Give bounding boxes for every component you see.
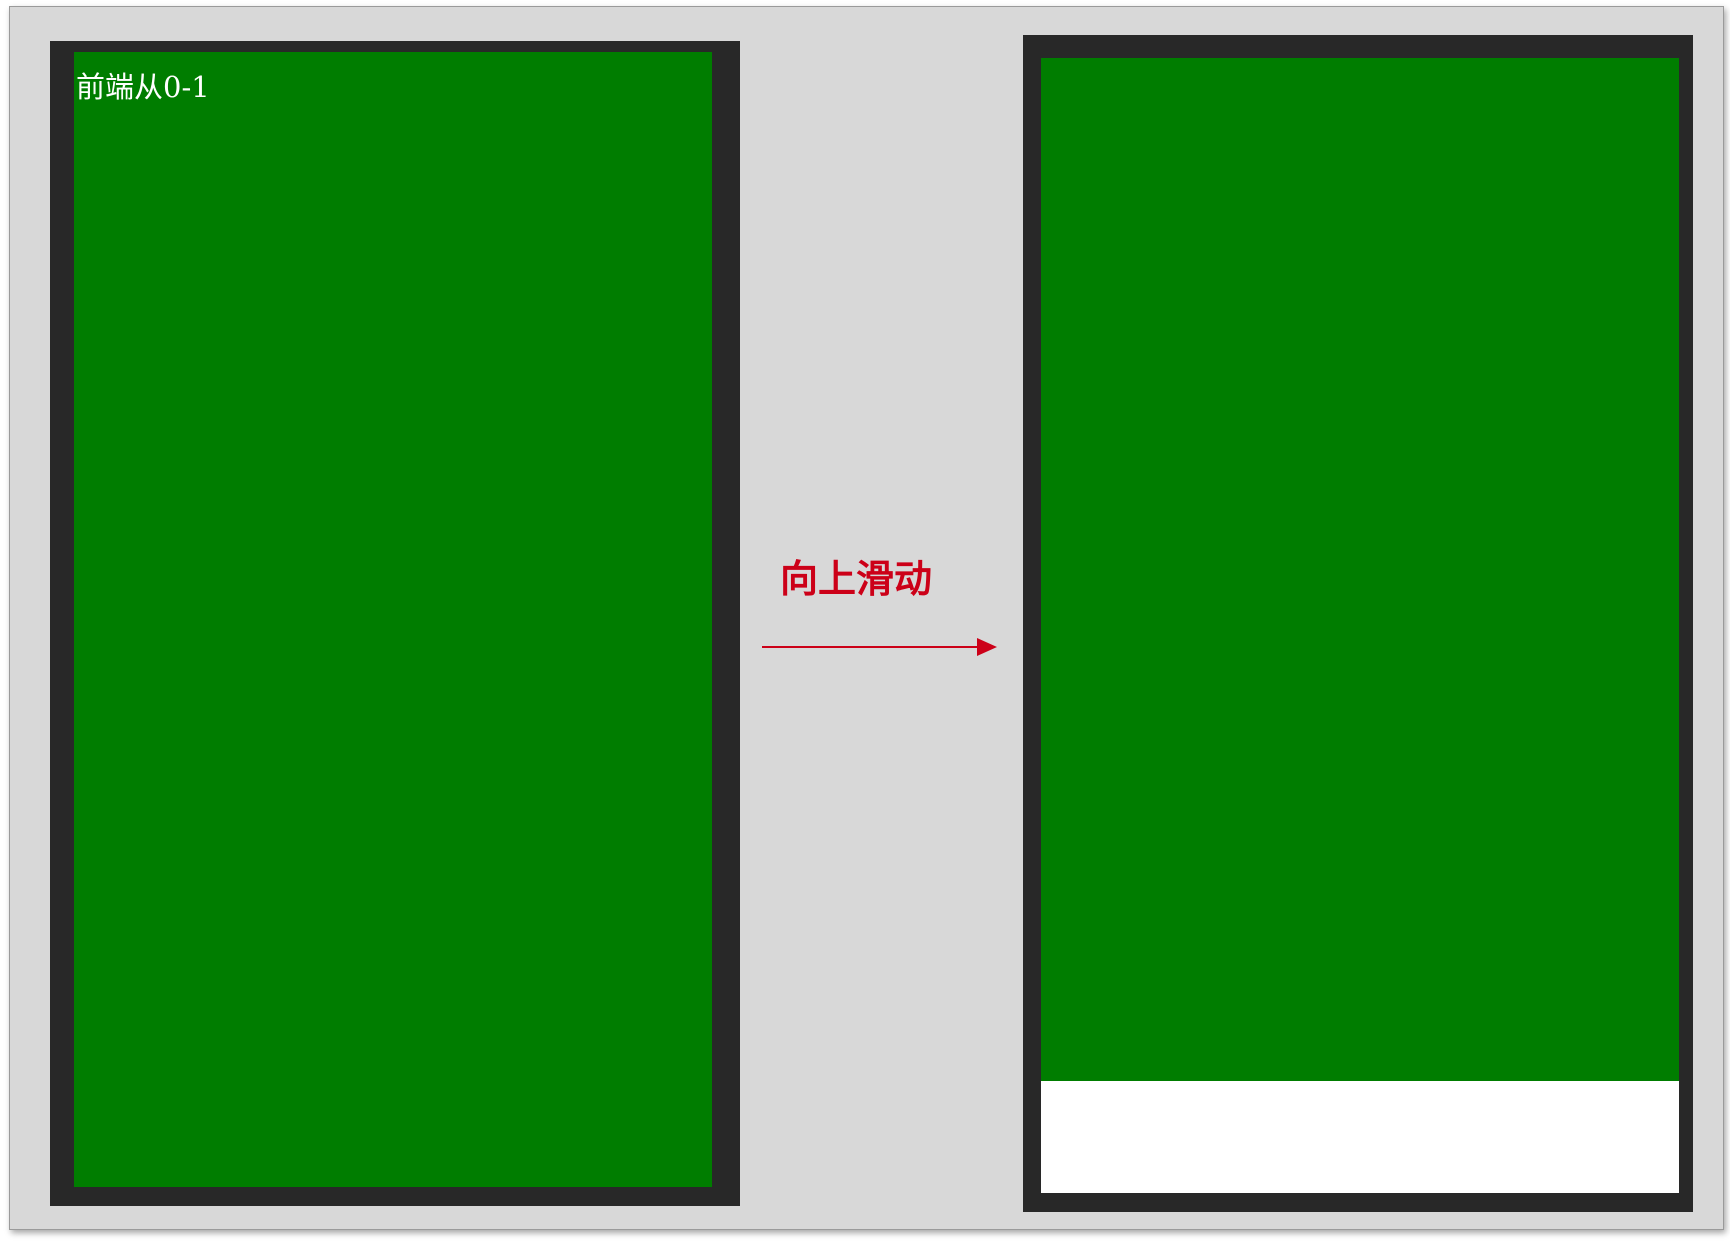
page-text: 前端从0-1 <box>76 70 210 104</box>
arrow-head <box>977 638 997 656</box>
phone-before-scroll: 前端从0-1 <box>50 41 740 1206</box>
phone-screen-before: 前端从0-1 <box>74 52 712 1187</box>
scroll-up-label: 向上滑动 <box>780 557 933 601</box>
diagram-board: 前端从0-1 向上滑动 <box>9 6 1724 1230</box>
revealed-white-area <box>1041 1081 1679 1193</box>
phone-screen-after <box>1041 58 1679 1193</box>
diagram-canvas: 前端从0-1 向上滑动 <box>0 0 1730 1242</box>
scrolled-green-page-area <box>1041 58 1679 1081</box>
phone-after-scroll <box>1023 35 1693 1212</box>
green-page-area <box>74 52 712 1187</box>
right-arrow-icon <box>762 638 997 656</box>
